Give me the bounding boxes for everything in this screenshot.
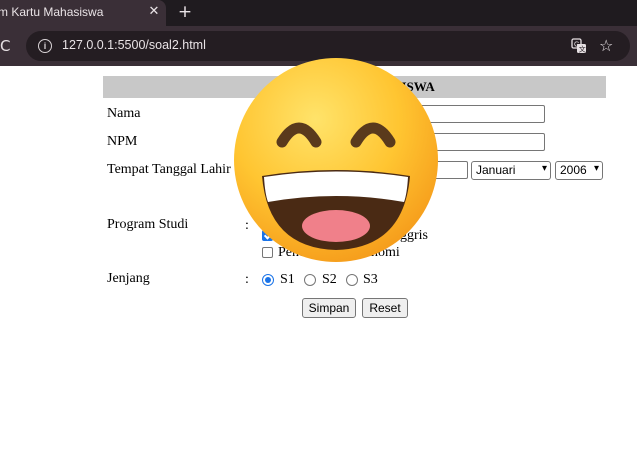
browser-tab[interactable]: m Kartu Mahasiswa ✕: [0, 0, 166, 26]
svg-text:文: 文: [579, 45, 586, 54]
jenjang-radio-s1[interactable]: [262, 274, 274, 286]
tahun-value: 2006: [560, 163, 587, 177]
tab-strip: m Kartu Mahasiswa ✕ +: [0, 0, 637, 26]
bulan-select[interactable]: Januari ▾: [471, 161, 551, 180]
ttl-label: Tempat Tanggal Lahir: [107, 162, 231, 177]
bookmark-star-icon[interactable]: ☆: [599, 35, 617, 57]
jenjang-radio-s3[interactable]: [346, 274, 358, 286]
close-tab-icon[interactable]: ✕: [146, 2, 162, 22]
jenjang-label: Jenjang: [107, 271, 150, 286]
nama-label: Nama: [107, 106, 141, 121]
chevron-down-icon: ▾: [593, 163, 599, 174]
jenjang-s1-label: S1: [280, 272, 295, 287]
site-info-icon[interactable]: i: [38, 39, 52, 53]
jenjang-s2-label: S2: [322, 272, 337, 287]
grinning-face-emoji-icon: [234, 58, 438, 262]
reset-button[interactable]: Reset: [362, 298, 408, 318]
tahun-select[interactable]: 2006 ▾: [555, 161, 603, 180]
url-text[interactable]: 127.0.0.1:5500/soal2.html: [62, 38, 206, 52]
jenjang-radio-s2[interactable]: [304, 274, 316, 286]
jenjang-colon: :: [245, 272, 249, 287]
chevron-down-icon: ▾: [541, 163, 547, 174]
new-tab-icon[interactable]: +: [176, 1, 194, 23]
translate-icon[interactable]: G 文: [571, 38, 587, 54]
reload-icon[interactable]: C: [0, 34, 14, 58]
tab-title: m Kartu Mahasiswa: [0, 5, 104, 19]
npm-label: NPM: [107, 134, 138, 149]
bulan-value: Januari: [476, 163, 516, 177]
simpan-button[interactable]: Simpan: [302, 298, 356, 318]
program-studi-label: Program Studi: [107, 217, 189, 232]
jenjang-s3-label: S3: [363, 272, 378, 287]
